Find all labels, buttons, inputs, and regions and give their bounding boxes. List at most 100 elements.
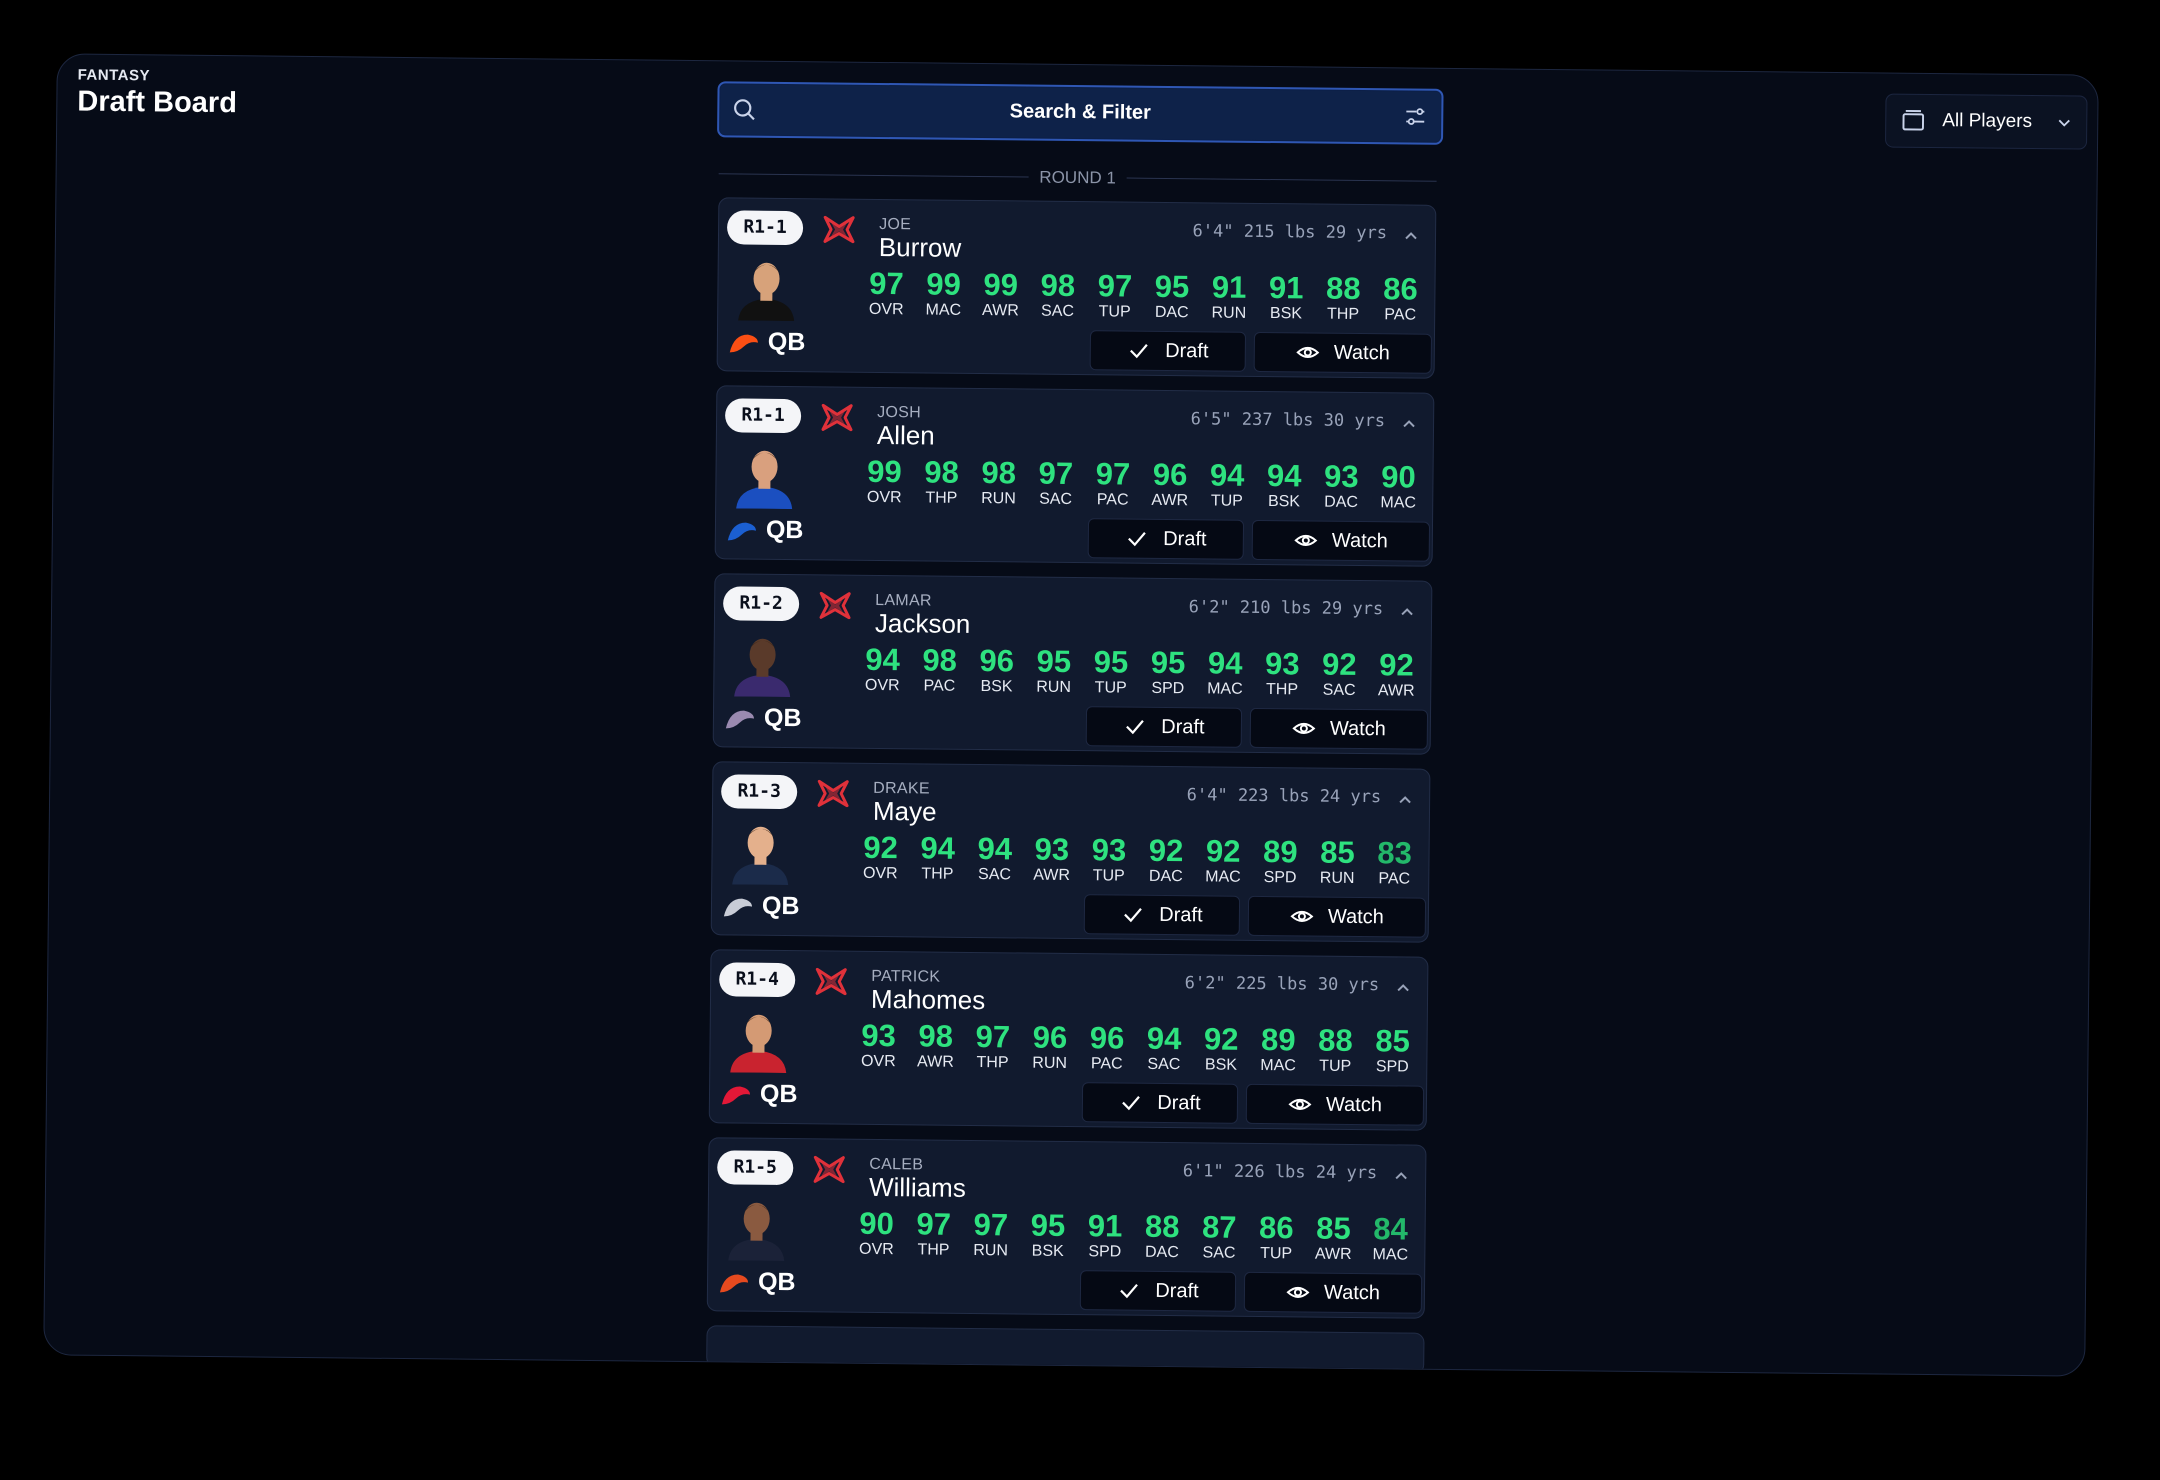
pick-badge: R1-4 xyxy=(719,962,796,998)
chevron-up-icon[interactable] xyxy=(1395,979,1411,995)
stat-value: 94 xyxy=(977,831,1013,867)
watch-button[interactable]: Watch xyxy=(1247,895,1427,938)
stat-key: PAC xyxy=(1090,1055,1123,1073)
stat-item: 94 THP xyxy=(911,830,964,884)
app-window: FANTASY Draft Board Search & Filter All … xyxy=(43,53,2099,1377)
stat-value: 84 xyxy=(1373,1211,1409,1247)
player-card[interactable]: R1-3 DRAKE Maye 6'4" 223 lbs 24 yrs QB 9… xyxy=(710,761,1431,943)
stat-key: BSK xyxy=(980,678,1013,696)
watch-button[interactable]: Watch xyxy=(1243,1271,1423,1314)
check-icon xyxy=(1128,532,1147,547)
stat-value: 92 xyxy=(863,829,899,866)
stat-value: 96 xyxy=(979,643,1015,679)
watch-button[interactable]: Watch xyxy=(1249,707,1429,750)
favorite-x-icon[interactable] xyxy=(811,964,851,998)
stat-item: 90 MAC xyxy=(1372,459,1425,513)
stat-value: 90 xyxy=(1381,459,1416,495)
stat-key: TUP xyxy=(1098,303,1131,321)
stat-value: 96 xyxy=(1089,1020,1125,1056)
patriots-logo-icon xyxy=(723,898,752,917)
player-last-name: Mahomes xyxy=(870,983,986,1016)
player-card[interactable]: R1-5 CALEB Williams 6'1" 226 lbs 24 yrs … xyxy=(706,1137,1427,1319)
draft-button[interactable]: Draft xyxy=(1083,894,1241,936)
stat-key: SAC xyxy=(978,866,1012,884)
chevron-up-icon[interactable] xyxy=(1401,415,1417,431)
stat-item: 90 OVR xyxy=(850,1206,903,1260)
stat-key: SAC xyxy=(1147,1055,1181,1074)
stat-key: DAC xyxy=(1154,303,1189,322)
draft-label: Draft xyxy=(1159,903,1203,926)
player-last-name: Maye xyxy=(872,795,937,827)
draft-button[interactable]: Draft xyxy=(1085,706,1243,748)
bengals-logo-icon xyxy=(729,334,758,353)
player-filter-dropdown[interactable]: All Players xyxy=(1884,93,2088,150)
draft-button[interactable]: Draft xyxy=(1079,1270,1237,1312)
player-card[interactable] xyxy=(706,1325,1425,1375)
draft-button[interactable]: Draft xyxy=(1087,518,1245,560)
stat-key: RUN xyxy=(973,1242,1009,1260)
chevron-up-icon[interactable] xyxy=(1397,791,1413,807)
favorite-x-icon[interactable] xyxy=(819,212,859,246)
stat-key: RUN xyxy=(981,490,1016,508)
chevron-down-icon xyxy=(2058,119,2070,127)
stat-item: 87 SAC xyxy=(1193,1209,1246,1263)
stat-value: 92 xyxy=(1321,646,1357,682)
stat-item: 92 SAC xyxy=(1313,646,1366,701)
watch-button[interactable]: Watch xyxy=(1251,519,1431,562)
stat-value: 97 xyxy=(973,1207,1009,1243)
stat-key: AWR xyxy=(1151,491,1189,510)
player-card[interactable]: R1-1 JOE Burrow 6'4" 215 lbs 29 yrs QB 9… xyxy=(716,197,1437,379)
dropdown-label: All Players xyxy=(1942,110,2033,133)
player-card[interactable]: R1-2 LAMAR Jackson 6'2" 210 lbs 29 yrs Q… xyxy=(712,573,1433,755)
stat-value: 93 xyxy=(861,1017,897,1054)
stat-value: 86 xyxy=(1383,271,1418,307)
pick-badge: R1-2 xyxy=(722,586,800,622)
stat-item: 91 RUN xyxy=(1203,269,1256,323)
eye-icon xyxy=(1294,534,1318,546)
stat-value: 89 xyxy=(1260,1022,1296,1058)
stat-item: 97 THP xyxy=(966,1019,1019,1073)
player-position: QB xyxy=(761,891,800,921)
stat-key: BSK xyxy=(1031,1242,1064,1260)
stat-key: TUP xyxy=(1094,679,1127,697)
stat-item: 88 TUP xyxy=(1309,1023,1362,1077)
stat-value: 95 xyxy=(1030,1207,1066,1243)
draft-button[interactable]: Draft xyxy=(1081,1082,1239,1124)
search-filter-bar[interactable]: Search & Filter xyxy=(717,81,1444,145)
player-photo xyxy=(736,450,793,510)
player-card[interactable]: R1-4 PATRICK Mahomes 6'2" 225 lbs 30 yrs… xyxy=(708,949,1429,1131)
favorite-x-icon[interactable] xyxy=(809,1152,849,1186)
stat-value: 91 xyxy=(1087,1208,1123,1244)
stat-item: 97 PAC xyxy=(1087,456,1140,510)
stat-item: 97 SAC xyxy=(1029,456,1082,510)
draft-label: Draft xyxy=(1155,1279,1199,1302)
chevron-up-icon[interactable] xyxy=(1399,603,1415,619)
stat-key: OVR xyxy=(864,676,900,695)
draft-button[interactable]: Draft xyxy=(1089,330,1247,372)
stat-key: SPD xyxy=(1151,679,1185,698)
favorite-x-icon[interactable] xyxy=(817,400,857,434)
draft-label: Draft xyxy=(1165,339,1209,362)
watch-button[interactable]: Watch xyxy=(1245,1083,1425,1126)
favorite-x-icon[interactable] xyxy=(815,588,855,622)
stat-item: 96 AWR xyxy=(1144,457,1197,511)
eye-icon xyxy=(1296,346,1320,358)
sliders-icon[interactable] xyxy=(1403,104,1427,128)
stat-key: RUN xyxy=(1319,869,1355,887)
player-card[interactable]: R1-1 JOSH Allen 6'5" 237 lbs 30 yrs QB 9… xyxy=(714,385,1435,567)
chevron-up-icon[interactable] xyxy=(1403,227,1419,243)
chevron-up-icon[interactable] xyxy=(1393,1167,1409,1183)
watch-button[interactable]: Watch xyxy=(1253,331,1433,374)
stat-value: 98 xyxy=(918,1018,954,1054)
stat-value: 92 xyxy=(1205,833,1241,869)
favorite-x-icon[interactable] xyxy=(813,776,853,810)
stat-key: BSK xyxy=(1267,493,1301,511)
stat-item: 92 DAC xyxy=(1140,833,1193,887)
stats-row: 90 OVR 97 THP 97 RUN 95 BSK 91 SPD 88 DA… xyxy=(850,1206,1417,1265)
stat-key: THP xyxy=(925,489,958,507)
stat-key: DAC xyxy=(1324,493,1359,511)
stat-value: 97 xyxy=(1097,268,1133,304)
player-last-name: Allen xyxy=(876,419,935,451)
stat-item: 95 BSK xyxy=(1022,1207,1075,1262)
bears-logo-icon xyxy=(719,1274,749,1293)
